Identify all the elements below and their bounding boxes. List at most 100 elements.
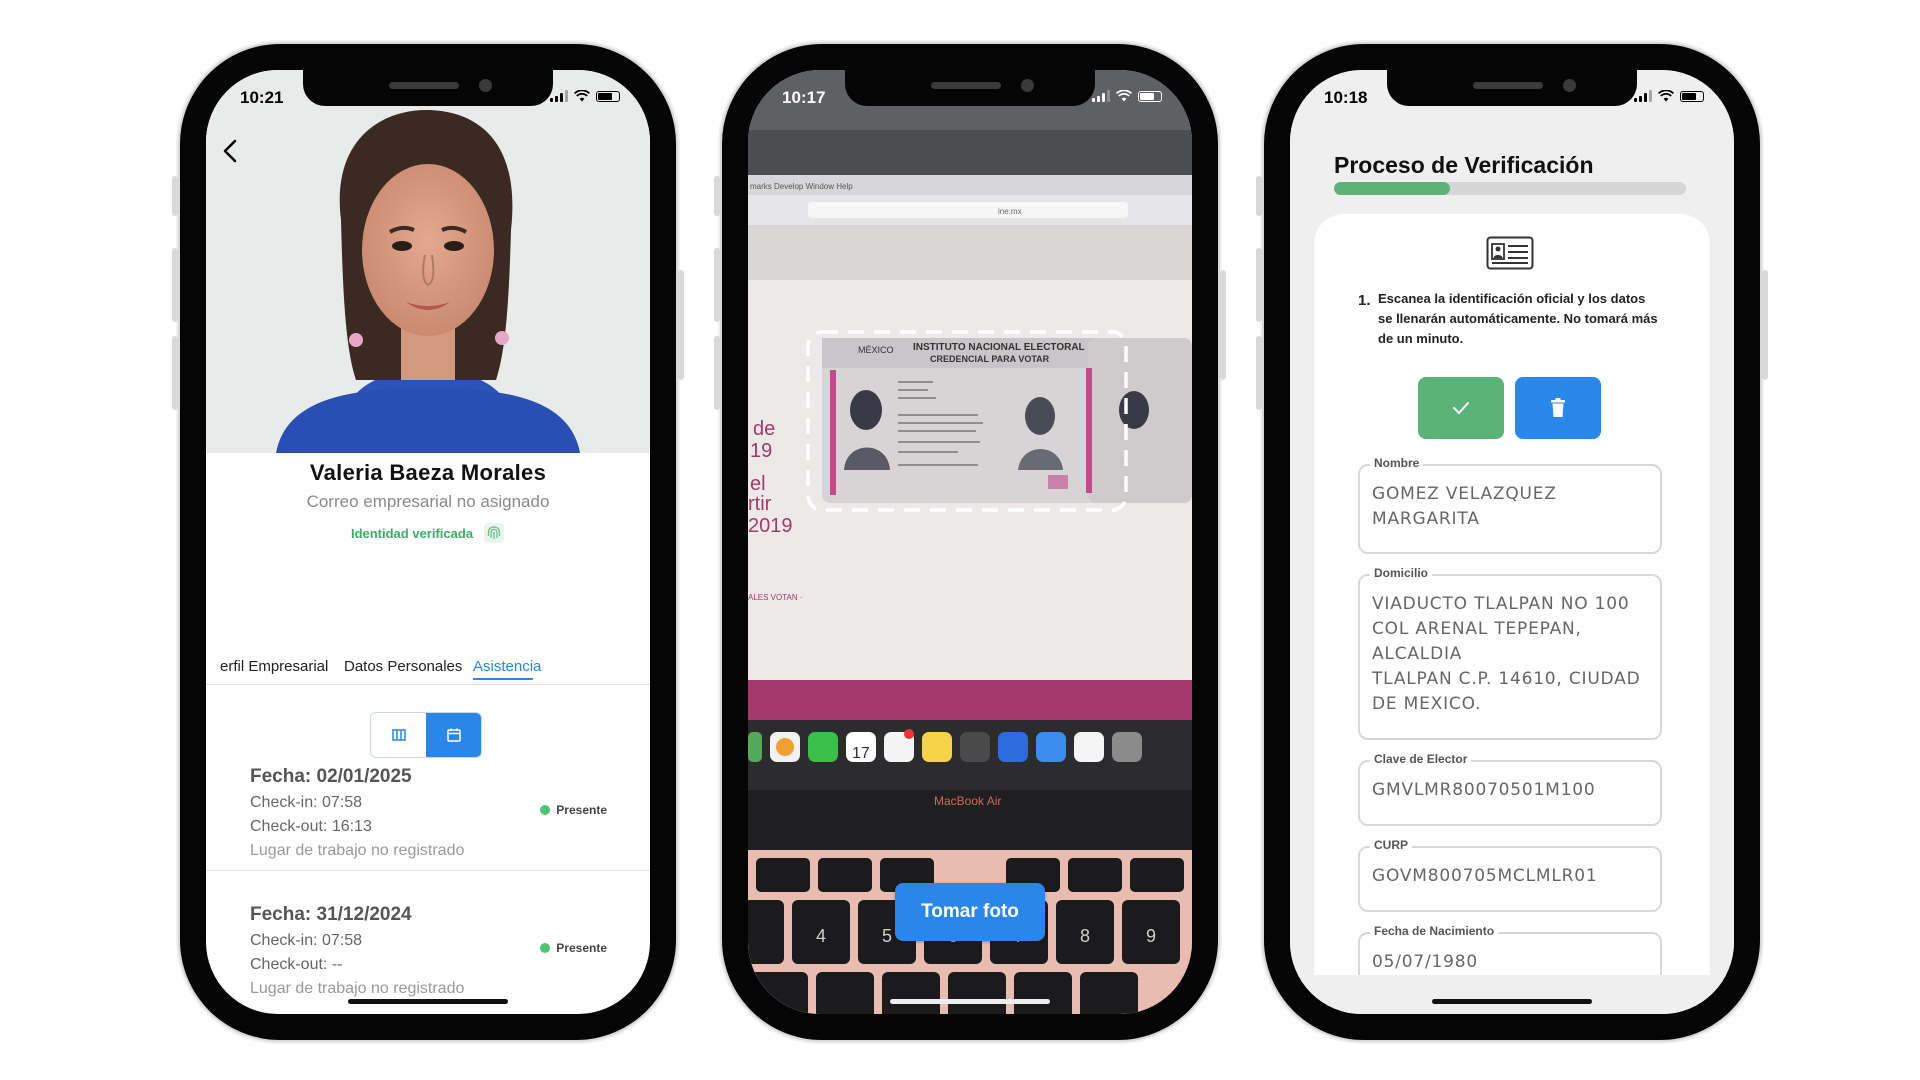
status-dot-icon	[540, 805, 551, 815]
domicilio-field[interactable]: Domicilio VIADUCTO TLALPAN NO 100 COL AR…	[1358, 566, 1662, 740]
tab-asistencia[interactable]: Asistencia	[473, 658, 541, 675]
page-title: Proceso de Verificación	[1334, 152, 1594, 178]
phone-camera: marks Develop Window Help ine.mx de 19 e…	[714, 44, 1226, 1040]
record-date: Fecha: 31/12/2024	[250, 904, 412, 925]
wifi-icon	[1658, 90, 1674, 102]
svg-text:MÉXICO: MÉXICO	[858, 345, 894, 355]
id-card-preview: MÉXICO INSTITUTO NACIONAL ELECTORAL CRED…	[822, 338, 1112, 503]
svg-text:17: 17	[852, 745, 870, 762]
wifi-icon	[574, 90, 590, 102]
field-value: VIADUCTO TLALPAN NO 100 COL ARENAL TEPEP…	[1372, 594, 1641, 714]
tab-datos-personales[interactable]: Datos Personales	[344, 658, 462, 675]
side-button	[172, 248, 178, 322]
calendar-view-button[interactable]	[426, 713, 481, 757]
verification-progress	[1334, 182, 1686, 195]
curp-field[interactable]: CURP GOVM800705MCLMLR01	[1358, 838, 1662, 912]
record-place: Lugar de trabajo no registrado	[250, 842, 465, 859]
field-value: GMVLMR80070501M100	[1372, 780, 1596, 800]
screen: 10:21 Valeria Baeza Morales Correo empre…	[206, 70, 650, 1014]
page-text: el	[750, 473, 766, 495]
wifi-icon	[1116, 90, 1132, 102]
nombre-field[interactable]: Nombre GOMEZ VELAZQUEZ MARGARITA	[1358, 456, 1662, 554]
profile-tabs: erfil Empresarial Datos Personales Asist…	[206, 658, 650, 685]
signal-icon	[1634, 90, 1652, 102]
home-indicator[interactable]	[1432, 999, 1592, 1004]
screen: marks Develop Window Help ine.mx de 19 e…	[748, 70, 1192, 1014]
phone-verification: 10:18 Proceso de Verificación 1. Escanea…	[1256, 44, 1768, 1040]
page-text: 19	[750, 440, 772, 462]
side-button	[1762, 270, 1768, 380]
svg-text:9: 9	[1146, 926, 1156, 946]
check-icon	[1453, 402, 1469, 414]
record-place: Lugar de trabajo no registrado	[250, 980, 465, 997]
columns-view-button[interactable]	[371, 713, 426, 757]
calendar-icon	[446, 728, 461, 742]
browser-menu: marks Develop Window Help	[750, 182, 853, 191]
delete-button[interactable]	[1515, 377, 1601, 439]
svg-text:CREDENCIAL PARA VOTAR: CREDENCIAL PARA VOTAR	[930, 354, 1050, 364]
side-button	[1256, 176, 1262, 216]
side-button	[1256, 336, 1262, 410]
clave-elector-field[interactable]: Clave de Elector GMVLMR80070501M100	[1358, 752, 1662, 826]
battery-icon	[1680, 90, 1704, 102]
field-label: CURP	[1370, 838, 1413, 852]
status-time: 10:21	[240, 88, 284, 107]
columns-icon	[391, 729, 406, 741]
battery-icon	[1138, 90, 1162, 102]
side-button	[714, 248, 720, 322]
page-text: de	[753, 418, 775, 440]
status-dot-icon	[540, 943, 551, 953]
record-date: Fecha: 02/01/2025	[250, 766, 412, 787]
signal-icon	[550, 90, 568, 102]
home-indicator[interactable]	[348, 999, 508, 1004]
step-number: 1.	[1358, 292, 1371, 309]
record-status: Presente	[540, 941, 607, 955]
field-label: Nombre	[1370, 456, 1424, 470]
record-checkout: Check-out: 16:13	[250, 818, 372, 835]
confirm-button[interactable]	[1418, 377, 1504, 439]
field-value: GOVM800705MCLMLR01	[1372, 866, 1598, 886]
page-text: rtir	[748, 493, 772, 515]
svg-text:INSTITUTO NACIONAL ELECTORAL: INSTITUTO NACIONAL ELECTORAL	[913, 342, 1085, 353]
side-button	[172, 336, 178, 410]
page-text: ALES VOTAN ·	[748, 593, 803, 602]
active-tab-indicator	[473, 678, 533, 680]
fingerprint-icon	[484, 523, 505, 543]
record-status-label: Presente	[556, 803, 607, 817]
id-card-icon	[1486, 236, 1534, 270]
tab-perfil-empresarial[interactable]: erfil Empresarial	[220, 658, 328, 675]
record-status: Presente	[540, 803, 607, 817]
notch	[303, 70, 553, 106]
instruction-text: Escanea la identificación oficial y los …	[1378, 291, 1658, 346]
chevron-left-icon	[223, 139, 237, 163]
svg-text:8: 8	[1080, 926, 1090, 946]
take-photo-button[interactable]: Tomar foto	[895, 883, 1045, 941]
identity-verified-label: Identidad verificada	[350, 525, 474, 541]
battery-icon	[596, 90, 620, 102]
identity-verified-badge: Identidad verificada	[206, 522, 650, 544]
bottom-bar	[1290, 975, 1734, 1014]
status-time: 10:17	[782, 88, 826, 107]
progress-fill	[1334, 182, 1451, 195]
record-checkin: Check-in: 07:58	[250, 794, 363, 811]
home-indicator[interactable]	[890, 999, 1050, 1004]
record-checkout: Check-out: --	[250, 956, 343, 973]
screen: 10:18 Proceso de Verificación 1. Escanea…	[1290, 70, 1734, 1014]
back-button[interactable]	[220, 138, 250, 168]
svg-text:5: 5	[882, 926, 892, 946]
field-label: Fecha de Nacimiento	[1370, 924, 1499, 938]
status-time: 10:18	[1324, 88, 1368, 107]
page-text: 2019	[748, 515, 793, 537]
view-toggle	[370, 712, 482, 758]
notch	[845, 70, 1095, 106]
browser-url: ine.mx	[998, 207, 1022, 216]
verification-card: 1. Escanea la identificación oficial y l…	[1314, 214, 1710, 1014]
profile-photo	[206, 70, 650, 453]
trash-icon	[1551, 398, 1565, 417]
record-checkin: Check-in: 07:58	[250, 932, 363, 949]
side-button	[1256, 248, 1262, 322]
side-button	[172, 176, 178, 216]
field-value: GOMEZ VELAZQUEZ MARGARITA	[1372, 484, 1557, 529]
field-label: Domicilio	[1370, 566, 1433, 580]
phone-profile: 10:21 Valeria Baeza Morales Correo empre…	[172, 44, 684, 1040]
